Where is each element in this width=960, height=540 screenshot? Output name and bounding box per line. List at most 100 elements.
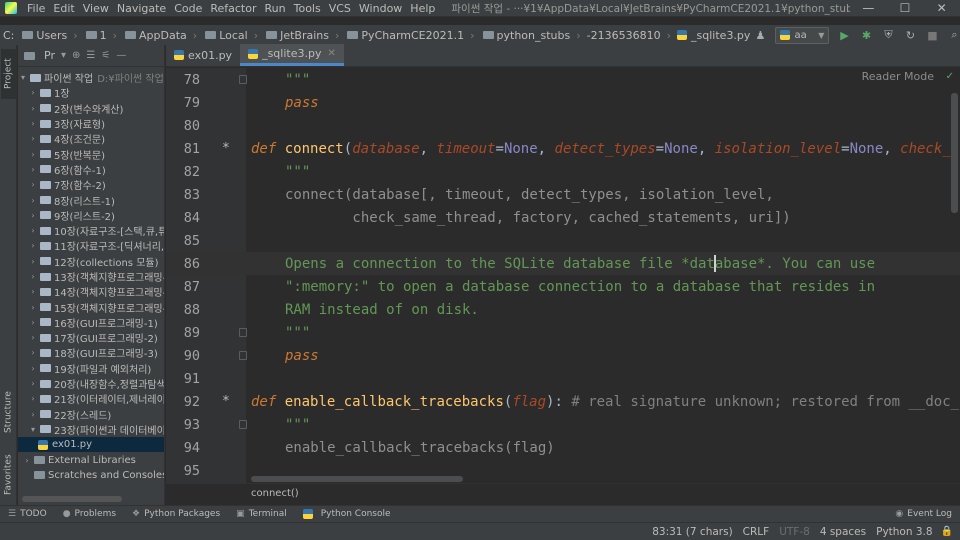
chevron-right-icon[interactable]: › bbox=[28, 272, 38, 281]
tree-external-libraries[interactable]: › External Libraries bbox=[18, 452, 164, 467]
menu-window[interactable]: Window bbox=[355, 0, 406, 17]
chevron-right-icon[interactable]: › bbox=[28, 348, 38, 357]
tree-scratches[interactable]: Scratches and Consoles bbox=[18, 468, 164, 483]
tree-folder[interactable]: › 14장(객체지향프로그래밍- bbox=[18, 284, 164, 299]
chevron-right-icon[interactable]: › bbox=[28, 318, 38, 327]
tree-folder[interactable]: › 9장(리스트-2) bbox=[18, 208, 164, 223]
stub-marker-icon[interactable]: * bbox=[222, 141, 230, 156]
event-log-button[interactable]: ◉ Event Log bbox=[887, 509, 960, 519]
tree-folder[interactable]: › 22장(스레드) bbox=[18, 407, 164, 422]
chevron-right-icon[interactable]: › bbox=[28, 196, 38, 205]
breadcrumb-item[interactable]: Local › bbox=[200, 29, 261, 42]
maximize-icon[interactable]: ☐ bbox=[895, 1, 915, 15]
function-breadcrumb[interactable]: connect() bbox=[251, 488, 299, 499]
chevron-right-icon[interactable]: › bbox=[28, 364, 38, 373]
options-icon[interactable]: ⚟ bbox=[101, 50, 110, 61]
chevron-right-icon[interactable]: › bbox=[28, 394, 38, 403]
close-icon[interactable]: ✕ bbox=[932, 1, 952, 15]
chevron-down-icon[interactable]: ▾ bbox=[61, 50, 66, 61]
tree-folder[interactable]: › 20장(내장함수,정렬과탐색, bbox=[18, 376, 164, 391]
menu-vcs[interactable]: VCS bbox=[325, 0, 355, 17]
horizontal-scrollbar[interactable] bbox=[251, 476, 463, 482]
chevron-right-icon[interactable]: › bbox=[28, 134, 38, 143]
breadcrumb-item[interactable]: JetBrains › bbox=[261, 29, 342, 42]
profile-icon[interactable]: ↻ bbox=[903, 28, 917, 42]
breadcrumb-item[interactable]: PyCharmCE2021.1 › bbox=[342, 29, 477, 42]
hide-icon[interactable]: — bbox=[116, 50, 126, 61]
stub-marker-icon[interactable]: * bbox=[222, 394, 230, 409]
fold-marker-icon[interactable] bbox=[239, 351, 247, 360]
breadcrumb-item[interactable]: -2136536810 › bbox=[584, 29, 674, 42]
python-packages-button[interactable]: ❖ Python Packages bbox=[124, 509, 228, 519]
problems-button[interactable]: ● Problems bbox=[55, 509, 124, 519]
todo-button[interactable]: ☰ TODO bbox=[0, 509, 55, 519]
vertical-scrollbar[interactable] bbox=[951, 93, 958, 213]
collapse-all-icon[interactable]: ☰ bbox=[86, 50, 95, 61]
tree-folder[interactable]: › 12장(collections 모듈) bbox=[18, 254, 164, 269]
chevron-right-icon[interactable]: › bbox=[28, 180, 38, 189]
fold-marker-icon[interactable] bbox=[239, 75, 247, 84]
chevron-right-icon[interactable]: › bbox=[28, 119, 38, 128]
locate-icon[interactable]: ⊕ bbox=[72, 50, 80, 61]
tree-folder[interactable]: › 18장(GUI프로그래밍-3) bbox=[18, 345, 164, 360]
tree-folder[interactable]: › 5장(반복문) bbox=[18, 146, 164, 162]
close-tab-icon[interactable]: ✕ bbox=[327, 48, 335, 59]
search-icon[interactable]: ⌕ bbox=[947, 28, 960, 42]
terminal-button[interactable]: ▣ Terminal bbox=[228, 509, 295, 519]
chevron-down-icon[interactable]: ▾ bbox=[28, 425, 38, 434]
chevron-down-icon[interactable]: ▾ bbox=[18, 73, 28, 82]
minimize-icon[interactable]: — bbox=[858, 1, 878, 15]
chevron-right-icon[interactable]: › bbox=[28, 211, 38, 220]
menu-tools[interactable]: Tools bbox=[290, 0, 325, 17]
tree-folder[interactable]: › 15장(객체지향프로그래밍- bbox=[18, 299, 164, 315]
line-separator[interactable]: CRLF bbox=[738, 526, 775, 538]
chevron-right-icon[interactable]: › bbox=[28, 257, 38, 266]
caret-position[interactable]: 83:31 (7 chars) bbox=[647, 526, 737, 538]
python-console-button[interactable]: Python Console bbox=[295, 509, 399, 519]
chevron-right-icon[interactable]: › bbox=[28, 379, 38, 388]
tab-ex01[interactable]: ex01.py bbox=[166, 44, 240, 66]
tree-folder[interactable]: › 3장(자료형) bbox=[18, 116, 164, 131]
menu-code[interactable]: Code bbox=[170, 0, 206, 17]
structure-tool-tab[interactable]: Structure bbox=[1, 385, 16, 440]
run-icon[interactable]: ▶ bbox=[837, 28, 851, 42]
tree-folder[interactable]: › 13장(객체지향프로그래밍- bbox=[18, 269, 164, 284]
tab-sqlite3[interactable]: _sqlite3.py ✕ bbox=[240, 44, 344, 66]
menu-run[interactable]: Run bbox=[261, 0, 290, 17]
favorites-tool-tab[interactable]: Favorites bbox=[1, 450, 16, 500]
breadcrumb-drive[interactable]: C: bbox=[0, 29, 17, 42]
tree-folder[interactable]: › 2장(변수와계산) bbox=[18, 101, 164, 116]
run-config-select[interactable]: aa ▼ bbox=[775, 26, 830, 44]
menu-navigate[interactable]: Navigate bbox=[113, 0, 170, 17]
chevron-right-icon[interactable]: › bbox=[28, 104, 38, 113]
menu-refactor[interactable]: Refactor bbox=[206, 0, 260, 17]
project-view-select[interactable]: Pr bbox=[44, 49, 55, 62]
menu-help[interactable]: Help bbox=[406, 0, 439, 17]
breadcrumb-item[interactable]: AppData › bbox=[120, 29, 200, 42]
breadcrumb-file[interactable]: _sqlite3.py bbox=[674, 29, 753, 42]
tree-folder[interactable]: › 21장(이터레이터,제너레이터 bbox=[18, 391, 164, 406]
tree-folder[interactable]: › 17장(GUI프로그래밍-2) bbox=[18, 330, 164, 345]
chevron-right-icon[interactable]: › bbox=[28, 150, 38, 159]
chevron-right-icon[interactable]: › bbox=[28, 165, 38, 174]
tree-folder[interactable]: › 16장(GUI프로그래밍-1) bbox=[18, 315, 164, 330]
lock-icon[interactable]: 🔒 bbox=[938, 526, 956, 537]
file-encoding[interactable]: UTF-8 bbox=[774, 526, 815, 538]
stop-icon[interactable]: ■ bbox=[925, 28, 939, 42]
fold-marker-icon[interactable] bbox=[239, 420, 247, 429]
fold-marker-icon[interactable] bbox=[239, 328, 247, 337]
tree-file-selected[interactable]: ex01.py bbox=[18, 437, 164, 453]
tree-folder[interactable]: › 6장(함수-1) bbox=[18, 162, 164, 177]
code-editor[interactable]: Reader Mode ✓ 78 """ 79 pass 80 81 * def… bbox=[166, 68, 960, 483]
tree-folder[interactable]: › 10장(자료구조-[스택,큐,튜플 bbox=[18, 223, 164, 238]
indent-setting[interactable]: 4 spaces bbox=[815, 526, 871, 538]
chevron-right-icon[interactable]: › bbox=[22, 456, 32, 465]
menu-view[interactable]: View bbox=[79, 0, 113, 17]
tree-folder[interactable]: › 1장 bbox=[18, 85, 164, 100]
debug-icon[interactable]: ✱ bbox=[859, 28, 873, 42]
python-interpreter[interactable]: Python 3.8 bbox=[871, 526, 937, 538]
breadcrumb-item[interactable]: Users › bbox=[17, 29, 80, 42]
chevron-right-icon[interactable]: › bbox=[28, 241, 38, 250]
chevron-right-icon[interactable]: › bbox=[28, 303, 38, 312]
tree-folder[interactable]: › 4장(조건문) bbox=[18, 131, 164, 146]
